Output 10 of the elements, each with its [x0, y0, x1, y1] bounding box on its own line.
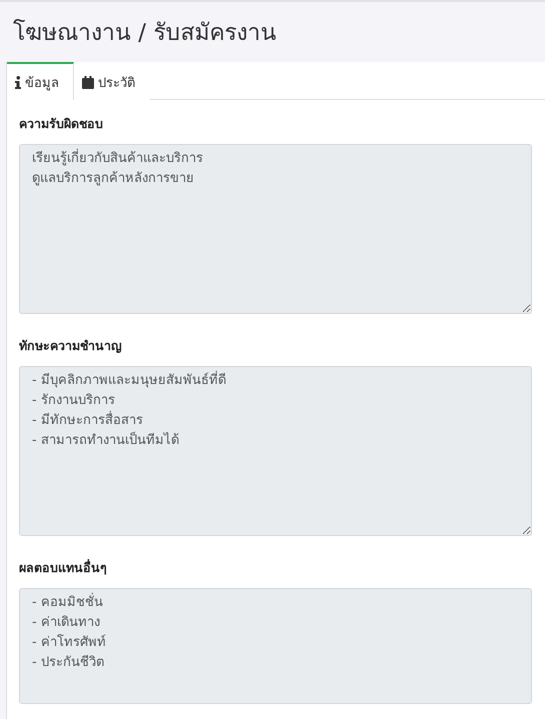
field-label: ความรับผิดชอบ	[19, 115, 104, 133]
info-icon	[15, 76, 21, 88]
text-area[interactable]: - คอมมิชชั่น - ค่าเดินทาง - ค่าโทรศัพท์ - ประกันชีวิต	[19, 588, 532, 704]
tab[interactable]: ข้อมูล	[7, 62, 74, 100]
field-label: ทักษะความชำนาญ	[19, 337, 123, 355]
text-area[interactable]: - มีบุคลิกภาพและมนุษยสัมพันธ์ที่ดี - รักงานบริการ - มีทักษะการสื่อสาร - สามารถทำงานเป็นทีมได้	[19, 366, 532, 536]
text-area[interactable]: เรียนรู้เกี่ยวกับสินค้าและบริการ ดูแลบริการลูกค้าหลังการขาย	[19, 144, 532, 314]
calendar-icon	[82, 76, 94, 88]
page-title: โฆษณางาน / รับสมัครงาน	[13, 18, 276, 48]
field-label: ผลตอบแทนอื่นๆ	[19, 558, 108, 577]
